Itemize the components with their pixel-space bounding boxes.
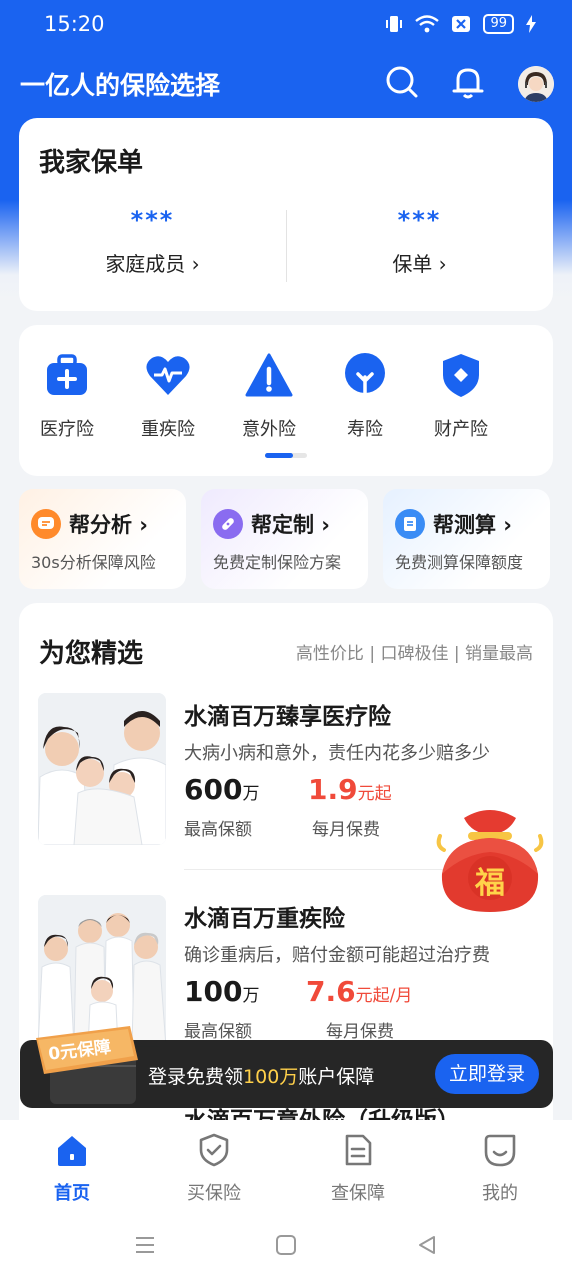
home-square-icon[interactable]	[275, 1234, 297, 1256]
monthly-price: 7.6元起/月	[306, 975, 413, 1008]
shield-check-icon	[199, 1133, 229, 1167]
product-description: 大病小病和意外，责任内花多少赔多少	[184, 743, 490, 764]
coverage-label: 最高保额	[184, 1022, 252, 1042]
customer-service-icon	[518, 66, 554, 102]
app-header: 一亿人的保险选择	[0, 58, 572, 108]
tab-buy-insurance[interactable]: 买保险	[164, 1132, 264, 1205]
help-calculate-subtitle: 免费测算保障额度	[395, 553, 524, 572]
category-pager	[265, 453, 307, 458]
warning-triangle-icon	[245, 353, 293, 397]
policy-card-title: 我家保单	[39, 148, 144, 178]
sim-off-icon	[452, 16, 471, 32]
category-label: 重疾险	[141, 419, 195, 440]
family-members-value: ***	[130, 206, 175, 234]
search-icon	[386, 66, 418, 98]
insurance-category-card: 医疗险 重疾险 意外险 寿险 财产险	[19, 325, 553, 476]
category-property[interactable]: 财产险	[421, 351, 501, 441]
lucky-bag-label: 福	[475, 866, 505, 901]
category-critical-illness[interactable]: 重疾险	[128, 351, 208, 441]
family-photo	[38, 895, 166, 1047]
my-family-policy-card: 我家保单 *** 家庭成员 › *** 保单 ›	[19, 118, 553, 311]
tab-buy-insurance-label: 买保险	[187, 1183, 241, 1204]
login-button[interactable]: 立即登录	[434, 1054, 539, 1094]
search-button[interactable]	[382, 62, 422, 102]
medical-kit-icon	[47, 354, 87, 395]
help-calculate-card[interactable]: 帮测算 › 免费测算保障额度	[383, 489, 550, 589]
product-description: 确诊重病后，赔付金额可能超过治疗费	[184, 945, 490, 966]
smile-face-icon	[484, 1134, 516, 1167]
help-customize-label: 帮定制 ›	[251, 513, 330, 537]
avatar[interactable]	[518, 66, 554, 102]
shield-icon	[443, 354, 479, 397]
policies-entry[interactable]: *** 保单 ›	[286, 206, 553, 277]
home-icon	[58, 1136, 86, 1166]
product-name: 水滴百万重疾险	[184, 906, 345, 932]
login-promo-banner[interactable]: 0元保障 登录免费领100万账户保障 立即登录	[20, 1026, 553, 1108]
family-members-entry[interactable]: *** 家庭成员 ›	[19, 206, 286, 277]
recommended-title: 为您精选	[39, 639, 144, 669]
document-icon	[395, 509, 425, 539]
notification-button[interactable]	[448, 62, 488, 102]
category-accident[interactable]: 意外险	[229, 351, 309, 441]
app-title: 一亿人的保险选择	[20, 71, 221, 100]
help-customize-subtitle: 免费定制保险方案	[213, 553, 342, 572]
bell-icon	[452, 68, 484, 99]
bottom-tab-bar: 首页 买保险 查保障 我的	[0, 1120, 572, 1212]
category-medical[interactable]: 医疗险	[27, 351, 107, 441]
product-item-critical[interactable]: 水滴百万重疾险 确诊重病后，赔付金额可能超过治疗费 100万 7.6元起/月 最…	[38, 895, 538, 1047]
coverage-label: 最高保额	[184, 820, 252, 840]
status-time: 15:20	[44, 12, 105, 36]
charging-icon	[526, 15, 536, 33]
wifi-icon	[415, 15, 440, 33]
help-calculate-title: 帮测算 ›	[395, 509, 512, 539]
lucky-bag-button[interactable]: 福	[434, 804, 546, 916]
back-triangle-icon[interactable]	[416, 1234, 438, 1256]
family-members-label: 家庭成员 ›	[105, 252, 200, 276]
category-label: 医疗险	[40, 419, 94, 440]
login-promo-text: 登录免费领100万账户保障	[148, 1066, 375, 1088]
category-label: 寿险	[347, 419, 383, 440]
tab-mine-label: 我的	[482, 1183, 518, 1204]
tab-check-coverage-label: 查保障	[331, 1183, 385, 1204]
policies-label: 保单 ›	[392, 252, 447, 276]
chat-icon	[31, 509, 61, 539]
help-analyze-title: 帮分析 ›	[31, 509, 148, 539]
tab-home[interactable]: 首页	[22, 1132, 122, 1205]
help-analyze-card[interactable]: 帮分析 › 30s分析保障风险	[19, 489, 186, 589]
monthly-price: 1.9元起	[308, 773, 392, 806]
heart-pulse-icon	[146, 356, 190, 395]
recommended-tags: 高性价比 | 口碑极佳 | 销量最高	[295, 644, 533, 664]
help-customize-title: 帮定制 ›	[213, 509, 330, 539]
policies-value: ***	[397, 206, 442, 234]
zero-cost-badge: 0元保障	[34, 1026, 140, 1106]
category-label: 财产险	[434, 419, 488, 440]
price-label: 每月保费	[326, 1022, 394, 1042]
tab-mine[interactable]: 我的	[450, 1132, 550, 1205]
coverage-amount: 100万	[184, 975, 260, 1008]
bandage-icon	[213, 509, 243, 539]
price-label: 每月保费	[312, 820, 380, 840]
tab-home-label: 首页	[54, 1183, 90, 1204]
category-label: 意外险	[242, 419, 296, 440]
help-analyze-label: 帮分析 ›	[69, 513, 148, 537]
menu-icon[interactable]	[134, 1234, 156, 1256]
vibrate-icon	[386, 16, 403, 32]
help-analyze-subtitle: 30s分析保障风险	[31, 553, 156, 572]
coverage-amount: 600万	[184, 773, 260, 806]
product-name: 水滴百万臻享医疗险	[184, 704, 391, 730]
family-photo	[38, 693, 166, 845]
system-navigation-bar	[0, 1212, 572, 1280]
help-customize-card[interactable]: 帮定制 › 免费定制保险方案	[201, 489, 368, 589]
status-bar: 15:20 99	[0, 0, 572, 50]
tree-icon	[345, 353, 385, 399]
document-icon	[345, 1134, 372, 1166]
battery-indicator: 99	[483, 14, 514, 34]
tab-check-coverage[interactable]: 查保障	[308, 1132, 408, 1205]
status-icons: 99	[385, 14, 536, 34]
help-calculate-label: 帮测算 ›	[433, 513, 512, 537]
category-life[interactable]: 寿险	[325, 351, 405, 441]
